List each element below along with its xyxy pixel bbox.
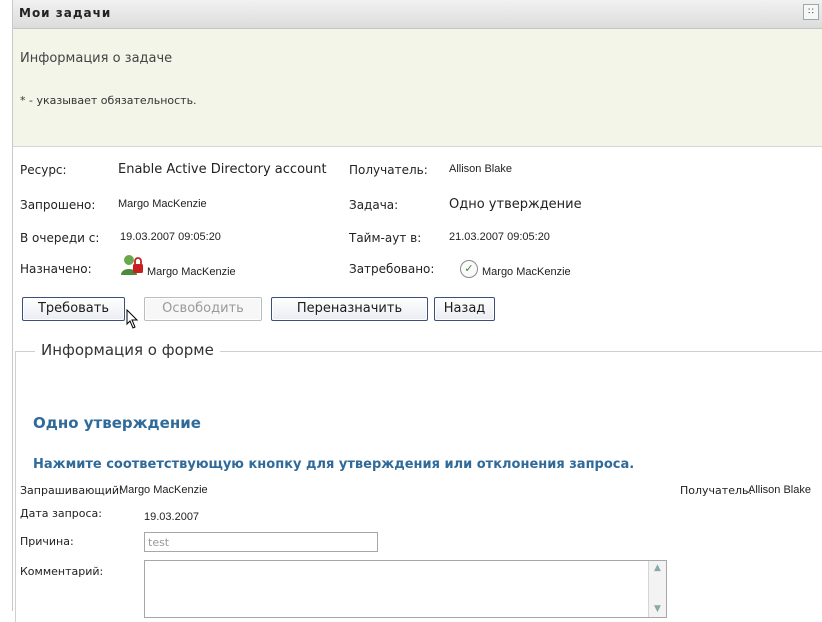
requested-label: Запрошено: bbox=[20, 198, 96, 212]
comment-scrollbar[interactable]: ▲ ▼ bbox=[648, 561, 666, 617]
claimed-value: Margo MacKenzie bbox=[482, 266, 571, 278]
back-button[interactable]: Назад bbox=[434, 297, 495, 321]
check-icon: ✓ bbox=[460, 260, 478, 278]
user-lock-icon bbox=[121, 255, 143, 275]
release-button[interactable]: Освободить bbox=[144, 297, 262, 321]
task-label: Задача: bbox=[349, 198, 399, 212]
form-title: Одно утверждение bbox=[33, 414, 201, 432]
resource-label: Ресурс: bbox=[20, 163, 67, 177]
date-value: 19.03.2007 bbox=[144, 511, 200, 523]
assigned-label: Назначено: bbox=[20, 262, 92, 276]
portlet-titlebar: Мои задачи ∷ bbox=[13, 0, 822, 29]
comment-label: Комментарий: bbox=[20, 565, 104, 578]
queued-label: В очереди с: bbox=[20, 231, 100, 245]
recipient-value: Allison Blake bbox=[449, 163, 512, 175]
task-info-heading: Информация о задаче bbox=[20, 51, 173, 66]
date-label: Дата запроса: bbox=[20, 507, 102, 520]
queued-value: 19.03.2007 09:05:20 bbox=[120, 231, 221, 243]
mouse-cursor-icon bbox=[126, 309, 139, 329]
timeout-value: 21.03.2007 09:05:20 bbox=[449, 231, 550, 243]
claimed-label: Затребовано: bbox=[349, 262, 435, 276]
recipient-label: Получатель: bbox=[349, 163, 428, 177]
form-recipient-label: Получатель: bbox=[680, 484, 753, 497]
comment-textarea[interactable]: ▲ ▼ bbox=[144, 560, 667, 618]
reassign-button[interactable]: Переназначить bbox=[271, 297, 428, 321]
reason-field[interactable]: test bbox=[144, 532, 378, 552]
portlet-title: Мои задачи bbox=[19, 6, 112, 20]
required-note: * - указывает обязательность. bbox=[20, 94, 197, 107]
resource-value: Enable Active Directory account bbox=[118, 162, 327, 177]
assigned-value: Margo MacKenzie bbox=[147, 266, 236, 278]
requester-value: Margo MacKenzie bbox=[119, 484, 208, 496]
scroll-up-icon[interactable]: ▲ bbox=[652, 563, 663, 574]
requested-value: Margo MacKenzie bbox=[118, 198, 207, 210]
task-info-panel: Информация о задаче * - указывает обязат… bbox=[13, 29, 822, 147]
form-recipient-value: Allison Blake bbox=[748, 484, 811, 496]
form-legend: Информация о форме bbox=[35, 341, 220, 359]
task-value: Одно утверждение bbox=[449, 197, 582, 212]
form-instruction: Нажмите соответствующую кнопку для утвер… bbox=[33, 457, 635, 472]
claim-button[interactable]: Требовать bbox=[22, 297, 125, 321]
timeout-label: Тайм-аут в: bbox=[349, 231, 422, 245]
requester-label: Запрашивающий: bbox=[20, 484, 123, 497]
scroll-down-icon[interactable]: ▼ bbox=[652, 604, 663, 615]
reason-label: Причина: bbox=[20, 535, 74, 548]
grid-icon[interactable]: ∷ bbox=[803, 4, 819, 20]
my-tasks-portlet: Мои задачи ∷ Информация о задаче * - ука… bbox=[12, 0, 822, 622]
